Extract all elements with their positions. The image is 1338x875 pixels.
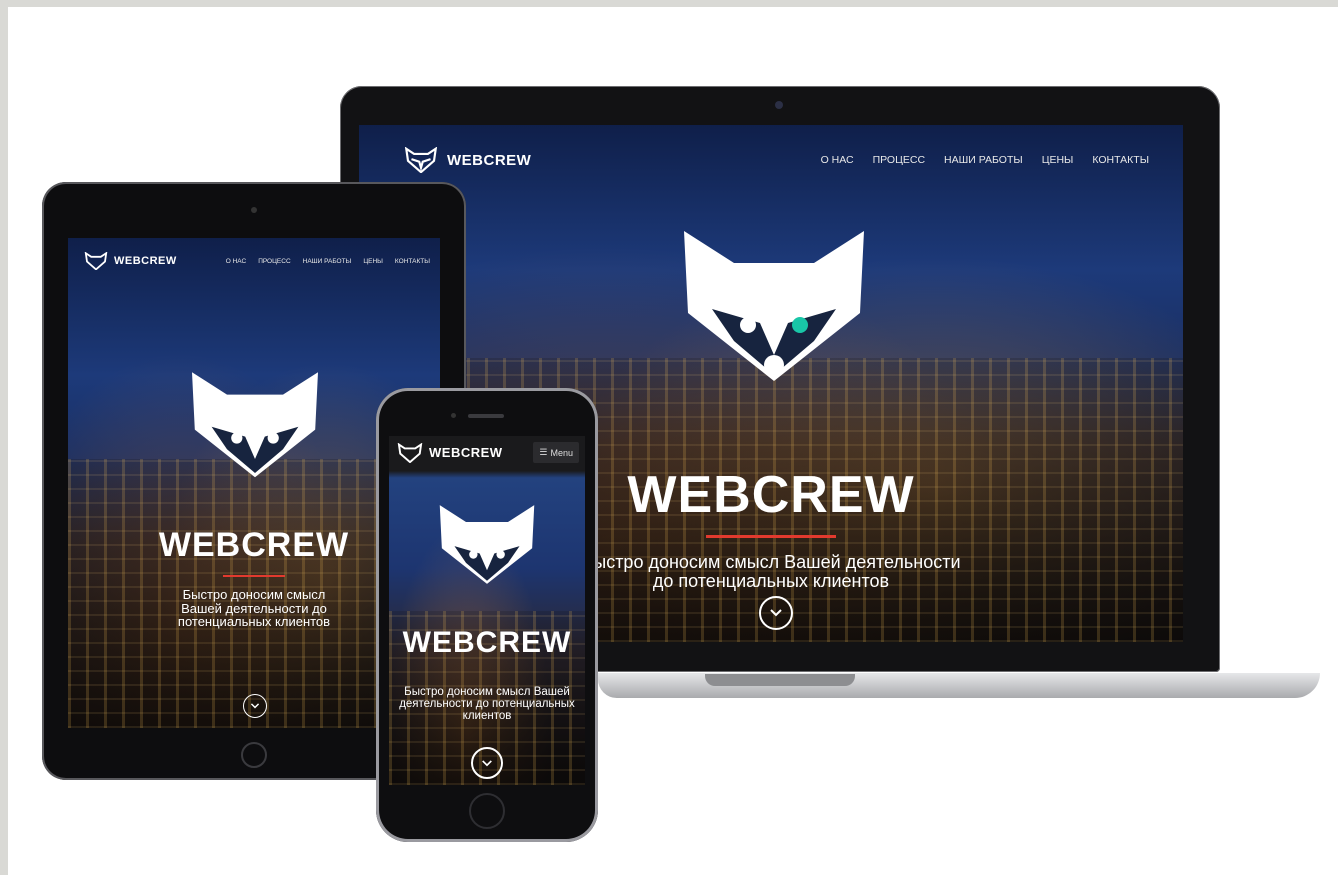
- tablet-camera: [251, 207, 257, 213]
- phone-home-button[interactable]: [469, 793, 505, 829]
- tablet-menu: О НАС ПРОЦЕСС НАШИ РАБОТЫ ЦЕНЫ КОНТАКТЫ: [226, 258, 430, 265]
- brand-name: WEBCREW: [447, 151, 532, 169]
- nav-item-process[interactable]: ПРОЦЕСС: [258, 258, 290, 265]
- nav-item-about[interactable]: О НАС: [821, 154, 854, 166]
- title-underline: [706, 535, 836, 538]
- desktop-menu: О НАС ПРОЦЕСС НАШИ РАБОТЫ ЦЕНЫ КОНТАКТЫ: [821, 154, 1149, 166]
- nav-item-works[interactable]: НАШИ РАБОТЫ: [944, 154, 1023, 166]
- tagline-line-1: Быстро доносим смысл Вашей: [404, 686, 570, 698]
- phone-nav: WEBCREW ☰ Menu: [397, 442, 579, 463]
- hero-tagline: Быстро доносим смысл Вашей деятельности …: [389, 686, 585, 722]
- nav-item-contacts[interactable]: КОНТАКТЫ: [1092, 154, 1149, 166]
- tagline-line-3: клиентов: [462, 710, 512, 723]
- title-underline: [223, 575, 285, 577]
- scroll-down-button[interactable]: [243, 694, 267, 718]
- chevron-down-icon: [770, 609, 782, 617]
- phone-camera: [451, 413, 456, 418]
- raccoon-logo-icon: [84, 252, 108, 270]
- scroll-down-button[interactable]: [759, 596, 793, 630]
- laptop-notch: [705, 674, 855, 686]
- phone-speaker: [468, 414, 504, 418]
- raccoon-logo-icon: [404, 147, 438, 173]
- hamburger-icon: ☰: [539, 447, 548, 457]
- nav-item-process[interactable]: ПРОЦЕСС: [873, 154, 925, 166]
- tagline-line-2: деятельности до потенциальных: [399, 698, 575, 711]
- chevron-down-icon: [482, 759, 492, 766]
- tablet-home-button[interactable]: [241, 742, 267, 768]
- nav-item-prices[interactable]: ЦЕНЫ: [363, 258, 383, 265]
- brand-name: WEBCREW: [429, 445, 503, 460]
- raccoon-logo-icon: [192, 372, 318, 478]
- menu-button[interactable]: ☰ Menu: [533, 442, 579, 463]
- raccoon-logo-icon: [684, 231, 864, 381]
- menu-label: Menu: [550, 447, 573, 458]
- nav-item-contacts[interactable]: КОНТАКТЫ: [395, 258, 430, 265]
- desktop-nav: WEBCREW О НАС ПРОЦЕСС НАШИ РАБОТЫ ЦЕНЫ К…: [403, 147, 1149, 173]
- nav-item-works[interactable]: НАШИ РАБОТЫ: [303, 258, 352, 265]
- tablet-nav: WEBCREW О НАС ПРОЦЕСС НАШИ РАБОТЫ ЦЕНЫ К…: [84, 252, 430, 270]
- phone-screen: WEBCREW ☰ Menu WEBCREW Быстро доносим см…: [389, 436, 585, 785]
- brand[interactable]: WEBCREW: [403, 147, 531, 173]
- raccoon-logo-icon: [439, 505, 535, 584]
- brand[interactable]: WEBCREW: [397, 442, 503, 463]
- brand[interactable]: WEBCREW: [84, 252, 177, 270]
- nav-item-about[interactable]: О НАС: [226, 258, 246, 265]
- raccoon-logo-icon: [397, 442, 423, 463]
- chevron-down-icon: [250, 703, 260, 709]
- nav-item-prices[interactable]: ЦЕНЫ: [1042, 154, 1074, 166]
- laptop-camera: [775, 101, 783, 109]
- hero-title: WEBCREW: [402, 626, 572, 659]
- scroll-down-button[interactable]: [471, 747, 503, 779]
- brand-name: WEBCREW: [114, 255, 177, 267]
